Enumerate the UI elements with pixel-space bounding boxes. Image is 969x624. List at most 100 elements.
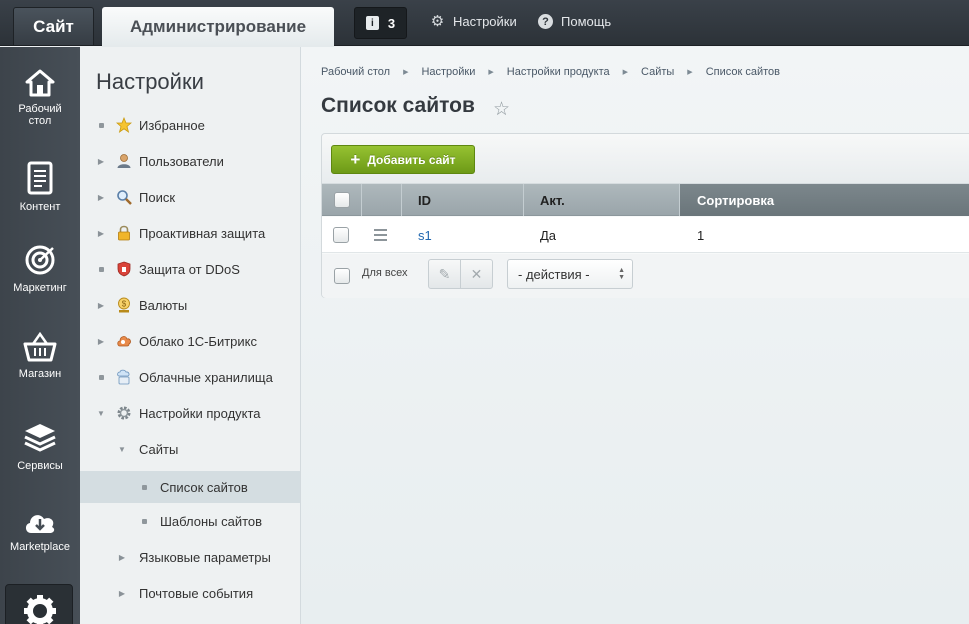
row-actions-menu-icon[interactable]: [374, 229, 387, 241]
main-content: Рабочий стол ▶ Настройки ▶ Настройки про…: [301, 47, 969, 624]
bullet-icon: [140, 518, 148, 524]
breadcrumb-item[interactable]: Настройки продукта: [507, 66, 610, 78]
sidebar-item-site-templates[interactable]: Шаблоны сайтов: [80, 505, 300, 537]
plus-icon: +: [350, 149, 361, 169]
column-header-active[interactable]: Акт.: [524, 184, 680, 216]
menu-settings[interactable]: [5, 584, 73, 624]
settings-sidebar: Настройки Избранное ▶ Пользователи ▶ Пои…: [80, 47, 301, 624]
cloud-download-icon: [25, 515, 55, 533]
sidebar-item-label: Языковые параметры: [139, 549, 271, 565]
chevron-right-icon: ▶: [403, 69, 409, 76]
cell-sort: 1: [697, 227, 705, 243]
menu-desktop[interactable]: Рабочий стол: [0, 69, 80, 127]
select-all-checkbox[interactable]: [333, 192, 350, 208]
breadcrumb-item[interactable]: Сайты: [641, 66, 674, 78]
column-header-sort[interactable]: Сортировка: [680, 184, 969, 216]
storage-icon: [116, 369, 132, 385]
gear-icon: [116, 405, 132, 421]
sidebar-title: Настройки: [96, 69, 204, 94]
bullet-icon: [97, 122, 105, 128]
column-header-id[interactable]: ID: [402, 184, 524, 216]
menu-marketplace[interactable]: Marketplace: [0, 509, 80, 553]
add-site-button[interactable]: + Добавить сайт: [331, 145, 475, 174]
sidebar-item-product-settings[interactable]: ▼ Настройки продукта: [80, 397, 300, 429]
basket-icon: [23, 332, 57, 362]
menu-marketing[interactable]: Маркетинг: [0, 244, 80, 294]
actions-select[interactable]: - действия - ▲ ▼: [507, 259, 633, 289]
sites-list-panel: + Добавить сайт ID Акт. Сортировка s1 Да: [321, 133, 969, 298]
menu-shop[interactable]: Магазин: [0, 332, 80, 380]
shield-icon: [116, 261, 132, 277]
chevron-down-icon: ▼: [118, 444, 126, 454]
row-menu-cell: [374, 217, 387, 253]
breadcrumb-item[interactable]: Настройки: [421, 66, 475, 78]
lock-icon: [116, 225, 132, 241]
tab-site[interactable]: Сайт: [13, 7, 94, 45]
sidebar-item-language[interactable]: ▶ Языковые параметры: [80, 541, 300, 573]
bullet-icon: [97, 374, 105, 380]
breadcrumb: Рабочий стол ▶ Настройки ▶ Настройки про…: [321, 66, 780, 78]
table-footer: Для всех ✎ ✕ - действия - ▲ ▼: [322, 254, 969, 298]
sidebar-item-site-list[interactable]: Список сайтов: [80, 471, 300, 503]
layers-icon: [24, 424, 56, 452]
sidebar-item-cloud-storage[interactable]: Облачные хранилища: [80, 361, 300, 393]
sidebar-item-currencies[interactable]: ▶ $ Валюты: [80, 289, 300, 321]
breadcrumb-item[interactable]: Рабочий стол: [321, 66, 390, 78]
star-icon: [116, 117, 132, 133]
row-checkbox[interactable]: [333, 227, 349, 243]
select-arrows-icon: ▲ ▼: [618, 267, 625, 281]
edit-pencil-icon[interactable]: ✎: [429, 260, 461, 288]
sidebar-item-bitrix-cloud[interactable]: ▶ Облако 1С-Битрикс: [80, 325, 300, 357]
sidebar-item-sites[interactable]: ▼ Сайты: [80, 433, 300, 465]
target-icon: [25, 245, 55, 275]
site-id-link[interactable]: s1: [418, 228, 432, 243]
favorite-star-icon[interactable]: ☆: [493, 98, 510, 121]
table-row[interactable]: s1 Да 1: [322, 217, 969, 253]
sidebar-item-search[interactable]: ▶ Поиск: [80, 181, 300, 213]
sidebar-item-ddos[interactable]: Защита от DDoS: [80, 253, 300, 285]
chevron-right-icon: ▶: [97, 228, 105, 238]
sidebar-item-proactive[interactable]: ▶ Проактивная защита: [80, 217, 300, 249]
page-title: Список сайтов: [321, 94, 475, 117]
user-icon: [116, 153, 132, 169]
chevron-right-icon: ▶: [118, 552, 126, 562]
settings-link[interactable]: ⚙ Настройки: [430, 14, 517, 29]
document-icon: [27, 161, 53, 195]
chevron-right-icon: ▶: [622, 69, 629, 76]
tab-administration[interactable]: Администрирование: [102, 7, 334, 47]
chevron-right-icon: ▶: [97, 192, 105, 202]
main-menu: Рабочий стол Контент Маркетинг Магазин С…: [0, 47, 80, 624]
sidebar-item-label: Избранное: [139, 117, 205, 133]
apply-to-all-label: Для всех: [362, 267, 408, 279]
actions-select-value: - действия -: [518, 266, 590, 282]
apply-to-all-checkbox[interactable]: [334, 268, 350, 284]
menu-services[interactable]: Сервисы: [0, 422, 80, 472]
sidebar-item-mail-events[interactable]: ▶ Почтовые события: [80, 577, 300, 609]
bullet-icon: [97, 266, 105, 272]
edit-actions-group: ✎ ✕: [428, 259, 493, 289]
menu-marketing-label: Маркетинг: [13, 282, 67, 294]
menu-content[interactable]: Контент: [0, 161, 80, 213]
sidebar-item-label: Поиск: [139, 189, 176, 205]
header-menu-cell: [362, 184, 402, 216]
gear-icon: [24, 595, 56, 624]
menu-marketplace-label: Marketplace: [10, 541, 70, 553]
sidebar-item-label: Список сайтов: [160, 479, 248, 495]
chevron-right-icon: ▶: [118, 588, 126, 598]
breadcrumb-item[interactable]: Список сайтов: [706, 66, 780, 78]
home-icon: [25, 69, 55, 97]
currency-icon: $: [116, 297, 132, 313]
settings-link-label: Настройки: [453, 14, 517, 29]
sidebar-item-favorites[interactable]: Избранное: [80, 109, 300, 141]
delete-x-icon[interactable]: ✕: [461, 260, 492, 288]
cell-id: s1: [418, 217, 432, 253]
sidebar-item-label: Настройки продукта: [139, 405, 261, 421]
notifications-button[interactable]: i 3: [354, 7, 407, 39]
cloud-icon: [116, 333, 132, 349]
help-icon: ?: [538, 14, 553, 29]
info-icon: i: [365, 16, 379, 30]
notifications-count: 3: [387, 15, 396, 31]
help-link[interactable]: ? Помощь: [538, 14, 611, 29]
chevron-right-icon: ▶: [97, 156, 105, 166]
sidebar-item-users[interactable]: ▶ Пользователи: [80, 145, 300, 177]
